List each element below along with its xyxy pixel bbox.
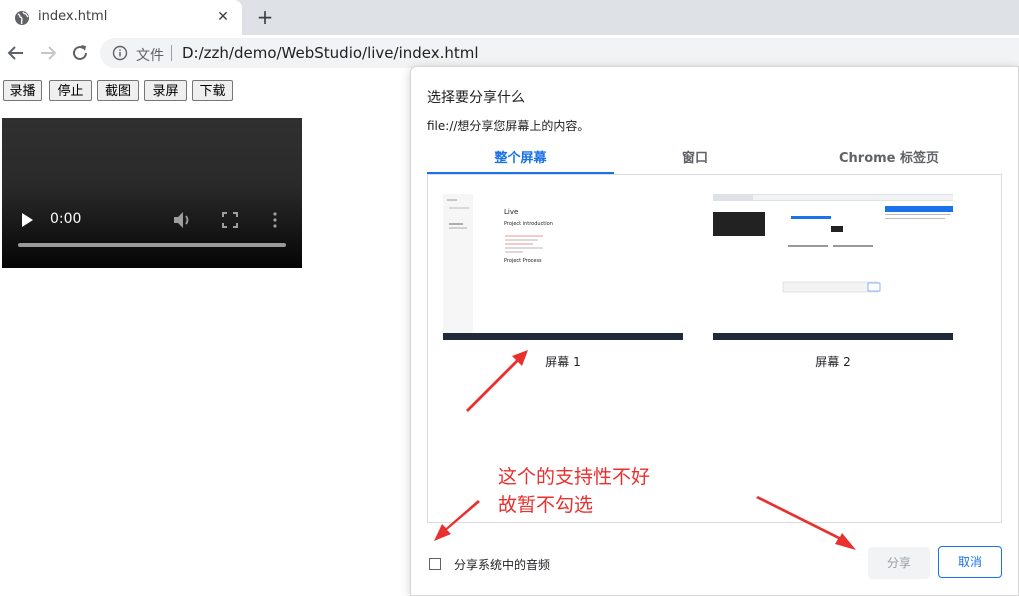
- screen-2-label: 屏幕 2: [815, 355, 851, 369]
- share-tabs: 整个屏幕 窗口 Chrome 标签页: [427, 145, 1002, 175]
- cancel-button[interactable]: 取消: [938, 546, 1002, 578]
- annotation-line-1: 这个的支持性不好: [498, 466, 651, 488]
- annotation-line-2: 故暂不勾选: [498, 494, 594, 516]
- close-icon[interactable]: ✕: [214, 8, 232, 26]
- screen-record-button[interactable]: 录屏: [144, 80, 187, 101]
- dialog-subtitle: file://想分享您屏幕上的内容。: [427, 119, 590, 133]
- scheme-label: 文件: [136, 48, 164, 64]
- tab-strip: index.html ✕ +: [0, 0, 1019, 35]
- download-button[interactable]: 下载: [192, 80, 233, 101]
- video-progress-bar[interactable]: [18, 243, 286, 247]
- tab-entire-screen[interactable]: 整个屏幕: [427, 145, 614, 174]
- tab-window[interactable]: 窗口: [614, 145, 776, 174]
- volume-icon[interactable]: [173, 211, 193, 229]
- screen-1-thumbnail[interactable]: Live Project introduction Project Proces…: [443, 194, 683, 340]
- thumb-heading-intro: Project introduction: [504, 221, 553, 227]
- thumb-heading-process: Project Process: [504, 258, 542, 264]
- share-audio-label: 分享系统中的音频: [454, 558, 551, 572]
- tab-chrome-tab[interactable]: Chrome 标签页: [776, 145, 1002, 174]
- record-button[interactable]: 录播: [3, 80, 42, 101]
- fullscreen-icon[interactable]: [222, 212, 238, 228]
- forward-arrow-icon[interactable]: [36, 41, 60, 65]
- thumb-heading-live: Live: [504, 208, 519, 216]
- video-player[interactable]: 0:00: [2, 118, 302, 268]
- play-icon[interactable]: [20, 212, 34, 228]
- tab-title: index.html: [38, 9, 108, 24]
- globe-icon: [15, 11, 29, 25]
- info-icon[interactable]: [112, 45, 128, 61]
- more-options-icon[interactable]: [272, 211, 278, 229]
- share-button[interactable]: 分享: [868, 547, 930, 579]
- screenshot-button[interactable]: 截图: [97, 80, 139, 101]
- screen-2-preview: [713, 194, 953, 340]
- back-arrow-icon[interactable]: [4, 41, 28, 65]
- address-divider: [171, 45, 172, 61]
- address-bar[interactable]: 文件 D:/zzh/demo/WebStudio/live/index.html: [100, 38, 1019, 68]
- share-audio-checkbox[interactable]: [429, 558, 441, 570]
- screen-2-thumbnail[interactable]: [713, 194, 953, 340]
- stop-button[interactable]: 停止: [49, 80, 92, 101]
- url-text[interactable]: D:/zzh/demo/WebStudio/live/index.html: [182, 44, 479, 62]
- video-time: 0:00: [50, 211, 82, 227]
- thumb-taskbar: [713, 333, 953, 340]
- screen-1-label: 屏幕 1: [545, 355, 581, 369]
- new-tab-button[interactable]: +: [254, 5, 276, 29]
- dialog-title: 选择要分享什么: [427, 90, 525, 106]
- thumb-taskbar: [443, 333, 683, 340]
- browser-tab[interactable]: index.html ✕: [0, 0, 242, 35]
- reload-icon[interactable]: [68, 41, 92, 65]
- screen-1-preview: [443, 194, 683, 340]
